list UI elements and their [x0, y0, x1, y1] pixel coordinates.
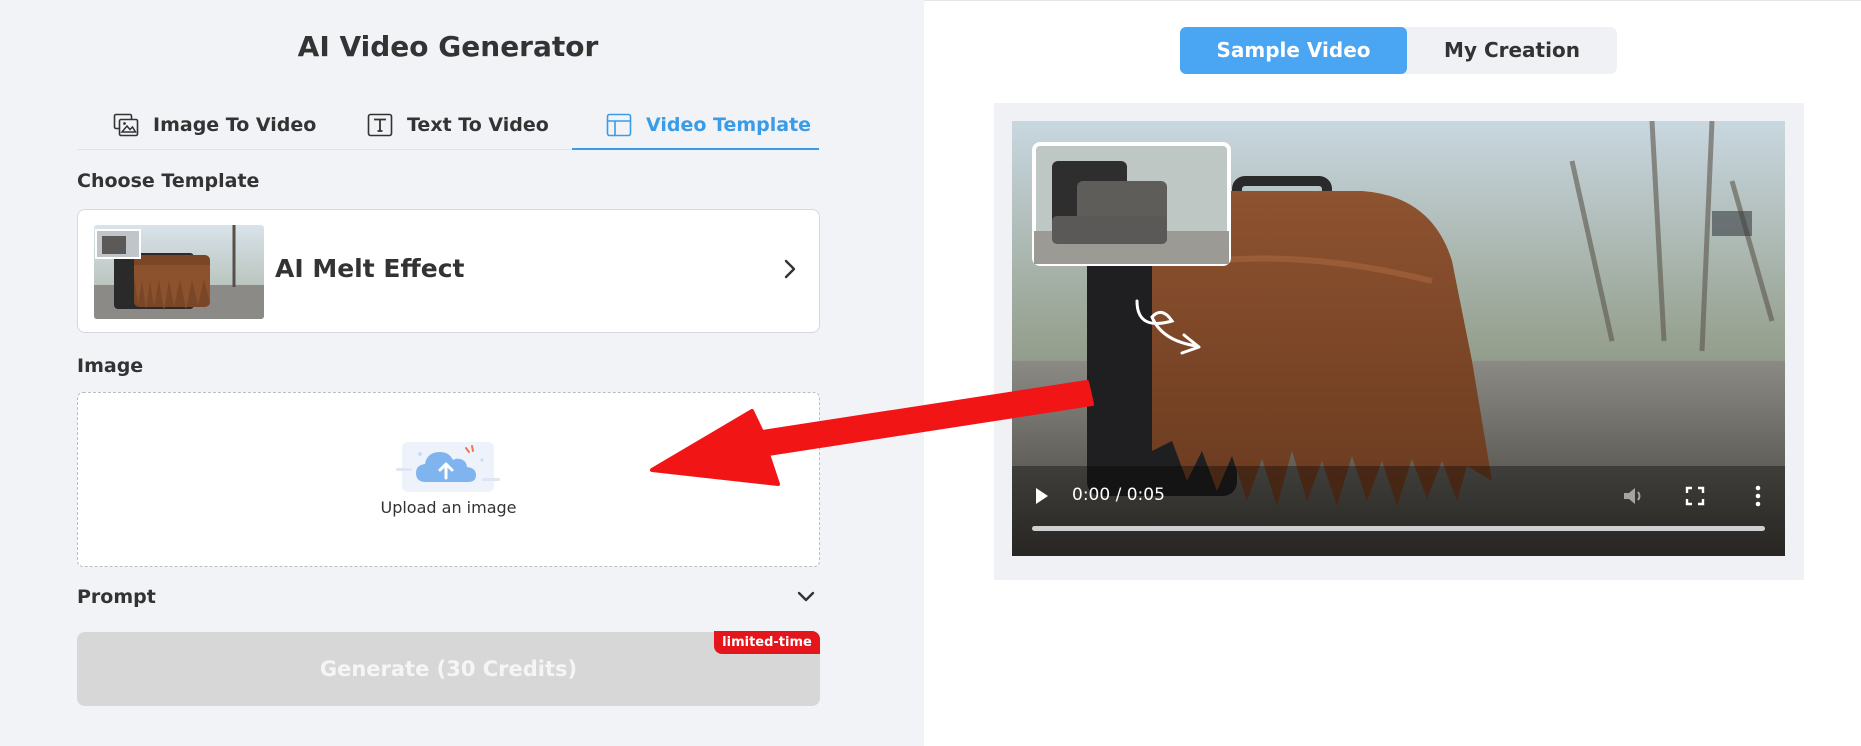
more-options-icon[interactable] [1754, 485, 1762, 507]
my-creation-tab[interactable]: My Creation [1407, 27, 1617, 74]
video-template-icon [606, 113, 632, 137]
tab-label: Video Template [646, 114, 812, 136]
generate-button[interactable]: Generate (30 Credits) [77, 632, 820, 706]
chevron-down-icon [797, 591, 815, 602]
page-title: AI Video Generator [297, 30, 599, 63]
prompt-toggle[interactable]: Prompt [77, 586, 820, 616]
image-to-video-icon [113, 113, 139, 137]
tab-label: Text To Video [407, 114, 549, 136]
template-selector[interactable]: AI Melt Effect [77, 209, 820, 333]
volume-icon[interactable] [1622, 485, 1646, 507]
play-icon[interactable] [1034, 487, 1050, 505]
active-tab-indicator [572, 148, 819, 150]
image-label: Image [77, 355, 144, 377]
tab-image-to-video[interactable]: Image To Video [113, 100, 316, 150]
tab-text-to-video[interactable]: Text To Video [367, 100, 549, 150]
video-progress-bar[interactable] [1032, 526, 1765, 531]
text-to-video-icon [367, 113, 393, 137]
template-name: AI Melt Effect [275, 254, 465, 283]
prompt-label: Prompt [77, 586, 156, 608]
generator-panel: AI Video Generator Image To Video Text T… [0, 0, 924, 746]
sample-video-tab[interactable]: Sample Video [1180, 27, 1407, 74]
fullscreen-icon[interactable] [1685, 486, 1705, 506]
upload-text: Upload an image [380, 498, 517, 517]
cloud-upload-icon [396, 442, 500, 492]
choose-template-label: Choose Template [77, 170, 260, 192]
limited-time-badge: limited-time [714, 631, 820, 654]
template-thumbnail [94, 225, 264, 319]
mode-tabs: Image To Video Text To Video Video Templ… [77, 100, 819, 150]
image-upload-dropzone[interactable]: Upload an image [77, 392, 820, 567]
video-time: 0:00 / 0:05 [1072, 485, 1165, 505]
sample-video-player[interactable]: 0:00 / 0:05 [1012, 121, 1785, 556]
chevron-right-icon [784, 259, 796, 279]
tab-video-template[interactable]: Video Template [606, 100, 811, 150]
preview-segment-control: Sample Video My Creation [1180, 27, 1617, 74]
tab-label: Image To Video [153, 114, 317, 136]
